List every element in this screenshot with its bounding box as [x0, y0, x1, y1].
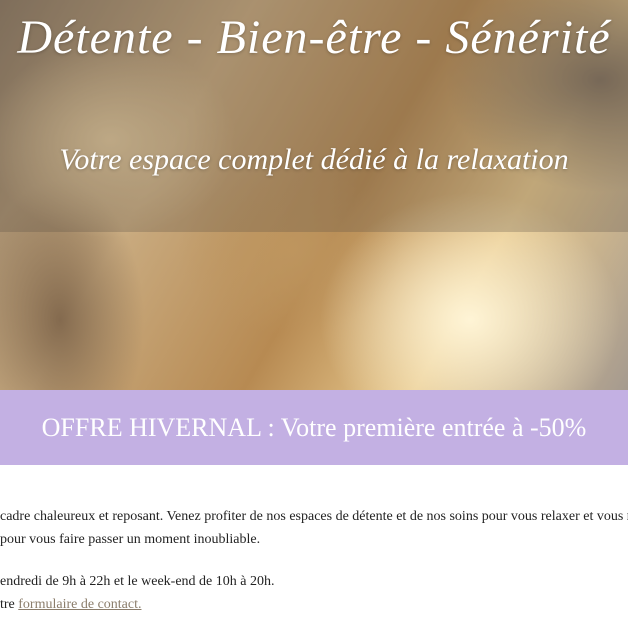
contact-line: tre formulaire de contact. — [0, 593, 628, 616]
hero-title: Détente - Bien-être - Sénérité — [17, 11, 611, 64]
offer-banner: OFFRE HIVERNAL : Votre première entrée à… — [0, 390, 628, 465]
opening-hours-line: endredi de 9h à 22h et le week-end de 10… — [0, 574, 275, 589]
hero-subtitle: Votre espace complet dédié à la relaxati… — [59, 143, 569, 176]
offer-text: OFFRE HIVERNAL : Votre première entrée à… — [41, 412, 587, 442]
content-paragraph-line: cadre chaleureux et reposant. Venez prof… — [0, 509, 628, 524]
content-section: cadre chaleureux et reposant. Venez prof… — [0, 505, 628, 616]
contact-prefix: tre — [0, 597, 19, 612]
hero-banner: Détente - Bien-être - Sénérité Votre esp… — [0, 0, 628, 390]
contact-form-link[interactable]: formulaire de contact. — [18, 597, 141, 612]
content-paragraph-line: pour vous faire passer un moment inoubli… — [0, 532, 261, 547]
